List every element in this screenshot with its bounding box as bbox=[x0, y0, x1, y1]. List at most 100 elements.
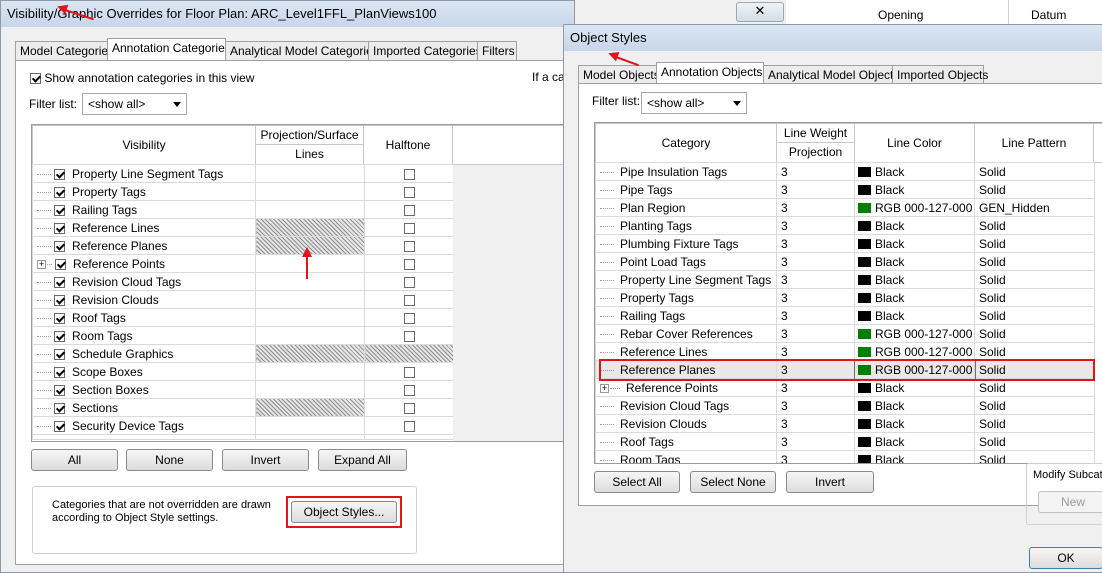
line-pattern-cell[interactable]: Solid bbox=[974, 414, 1095, 433]
lines-override-cell[interactable] bbox=[255, 344, 365, 363]
table-row[interactable]: + Reference Points 3 Black Solid bbox=[595, 378, 1095, 397]
line-pattern-cell[interactable]: Solid bbox=[974, 180, 1095, 199]
halftone-checkbox[interactable] bbox=[403, 312, 415, 324]
table-row[interactable]: Reference Lines bbox=[32, 218, 454, 237]
table-row[interactable]: Scope Boxes bbox=[32, 362, 454, 381]
visibility-checkbox[interactable] bbox=[54, 312, 65, 324]
vg-close-button[interactable]: ✕ bbox=[736, 2, 784, 22]
lines-override-cell[interactable] bbox=[255, 416, 365, 435]
line-weight-cell[interactable]: 3 bbox=[776, 198, 855, 217]
show-annotation-checkbox[interactable] bbox=[30, 73, 41, 85]
halftone-checkbox[interactable] bbox=[403, 186, 415, 198]
line-color-cell[interactable]: RGB 000-127-000 bbox=[854, 324, 975, 343]
table-row[interactable]: Pipe Tags 3 Black Solid bbox=[595, 180, 1095, 199]
line-weight-cell[interactable]: 3 bbox=[776, 396, 855, 415]
line-weight-cell[interactable]: 3 bbox=[776, 216, 855, 235]
halftone-checkbox[interactable] bbox=[403, 276, 415, 288]
line-weight-cell[interactable]: 3 bbox=[776, 324, 855, 343]
vg-none-button[interactable]: None bbox=[126, 449, 213, 471]
lines-override-cell[interactable] bbox=[255, 308, 365, 327]
os-tab-2[interactable]: Analytical Model Objects bbox=[763, 65, 899, 84]
expand-icon[interactable]: + bbox=[600, 383, 609, 393]
line-color-cell[interactable]: Black bbox=[854, 162, 975, 181]
halftone-checkbox[interactable] bbox=[403, 204, 415, 216]
lines-override-cell[interactable] bbox=[255, 164, 365, 183]
halftone-checkbox[interactable] bbox=[403, 240, 415, 252]
line-weight-cell[interactable]: 3 bbox=[776, 234, 855, 253]
visibility-checkbox[interactable] bbox=[54, 348, 65, 360]
table-row[interactable]: Reference Planes bbox=[32, 236, 454, 255]
os-invert-button[interactable]: Invert bbox=[786, 471, 874, 493]
line-color-cell[interactable]: Black bbox=[854, 432, 975, 451]
line-weight-cell[interactable]: 3 bbox=[776, 342, 855, 361]
os-tab-1[interactable]: Annotation Objects bbox=[656, 62, 764, 84]
lines-override-cell[interactable] bbox=[255, 272, 365, 291]
table-row[interactable]: Property Tags 3 Black Solid bbox=[595, 288, 1095, 307]
vg-all-button[interactable]: All bbox=[31, 449, 118, 471]
os-col-header-category[interactable]: Category bbox=[595, 123, 777, 163]
visibility-checkbox[interactable] bbox=[54, 168, 65, 180]
os-col-header-projection[interactable]: Projection bbox=[776, 142, 855, 163]
os-col-header-line-pattern[interactable]: Line Pattern bbox=[974, 123, 1094, 163]
line-pattern-cell[interactable]: Solid bbox=[974, 396, 1095, 415]
line-weight-cell[interactable]: 3 bbox=[776, 162, 855, 181]
line-pattern-cell[interactable]: Solid bbox=[974, 432, 1095, 451]
line-pattern-cell[interactable]: Solid bbox=[974, 162, 1095, 181]
line-pattern-cell[interactable]: Solid bbox=[974, 252, 1095, 271]
vg-tab-4[interactable]: Filters bbox=[477, 41, 517, 60]
visibility-checkbox[interactable] bbox=[54, 366, 65, 378]
table-row[interactable]: Plan Region 3 RGB 000-127-000 GEN_Hidden bbox=[595, 198, 1095, 217]
table-row[interactable]: Planting Tags 3 Black Solid bbox=[595, 216, 1095, 235]
vg-tab-3[interactable]: Imported Categories bbox=[368, 41, 482, 60]
lines-override-cell[interactable] bbox=[255, 326, 365, 345]
new-subcategory-button[interactable]: New bbox=[1038, 491, 1102, 513]
line-color-cell[interactable]: Black bbox=[854, 396, 975, 415]
visibility-checkbox[interactable] bbox=[54, 204, 65, 216]
col-header-halftone[interactable]: Halftone bbox=[363, 125, 453, 165]
table-row[interactable]: Property Line Segment Tags bbox=[32, 164, 454, 183]
show-annotation-toggle[interactable]: Show annotation categories in this view bbox=[30, 71, 254, 85]
table-row[interactable]: Point Load Tags 3 Black Solid bbox=[595, 252, 1095, 271]
expand-icon[interactable]: + bbox=[37, 259, 46, 269]
col-header-lines[interactable]: Lines bbox=[255, 144, 364, 165]
table-row[interactable]: Roof Tags 3 Black Solid bbox=[595, 432, 1095, 451]
table-row[interactable]: Security Device Tags bbox=[32, 416, 454, 435]
table-row[interactable]: Revision Cloud Tags bbox=[32, 272, 454, 291]
table-row[interactable]: Property Tags bbox=[32, 182, 454, 201]
lines-override-cell[interactable] bbox=[255, 398, 365, 417]
lines-override-cell[interactable] bbox=[255, 182, 365, 201]
visibility-checkbox[interactable] bbox=[54, 402, 65, 414]
line-color-cell[interactable]: Black bbox=[854, 414, 975, 433]
line-weight-cell[interactable]: 3 bbox=[776, 252, 855, 271]
line-pattern-cell[interactable]: Solid bbox=[974, 306, 1095, 325]
lines-override-cell[interactable] bbox=[255, 380, 365, 399]
vg-filter-select[interactable]: <show all> bbox=[82, 93, 187, 115]
os-filter-select[interactable]: <show all> bbox=[641, 92, 747, 114]
table-row[interactable]: Room Tags 3 Black Solid bbox=[595, 450, 1095, 463]
table-row[interactable]: Railing Tags bbox=[32, 200, 454, 219]
table-row[interactable]: Reference Lines 3 RGB 000-127-000 Solid bbox=[595, 342, 1095, 361]
line-color-cell[interactable]: RGB 000-127-000 bbox=[854, 198, 975, 217]
halftone-checkbox[interactable] bbox=[403, 366, 415, 378]
line-color-cell[interactable]: Black bbox=[854, 234, 975, 253]
line-weight-cell[interactable]: 3 bbox=[776, 414, 855, 433]
line-color-cell[interactable]: Black bbox=[854, 270, 975, 289]
visibility-checkbox[interactable] bbox=[54, 276, 65, 288]
visibility-checkbox[interactable] bbox=[54, 294, 65, 306]
halftone-checkbox[interactable] bbox=[403, 420, 415, 432]
line-color-cell[interactable]: RGB 000-127-000 bbox=[854, 342, 975, 361]
halftone-checkbox[interactable] bbox=[403, 222, 415, 234]
visibility-checkbox[interactable] bbox=[54, 240, 65, 252]
table-row[interactable]: Pipe Insulation Tags 3 Black Solid bbox=[595, 162, 1095, 181]
line-color-cell[interactable]: Black bbox=[854, 288, 975, 307]
line-pattern-cell[interactable]: Solid bbox=[974, 288, 1095, 307]
lines-override-cell[interactable] bbox=[255, 200, 365, 219]
line-weight-cell[interactable]: 3 bbox=[776, 180, 855, 199]
halftone-checkbox[interactable] bbox=[403, 258, 415, 270]
table-row[interactable]: Section Boxes bbox=[32, 380, 454, 399]
line-color-cell[interactable]: Black bbox=[854, 306, 975, 325]
table-row[interactable]: Rebar Cover References 3 RGB 000-127-000 So… bbox=[595, 324, 1095, 343]
visibility-checkbox[interactable] bbox=[54, 330, 65, 342]
line-color-cell[interactable]: Black bbox=[854, 216, 975, 235]
halftone-checkbox[interactable] bbox=[403, 168, 415, 180]
